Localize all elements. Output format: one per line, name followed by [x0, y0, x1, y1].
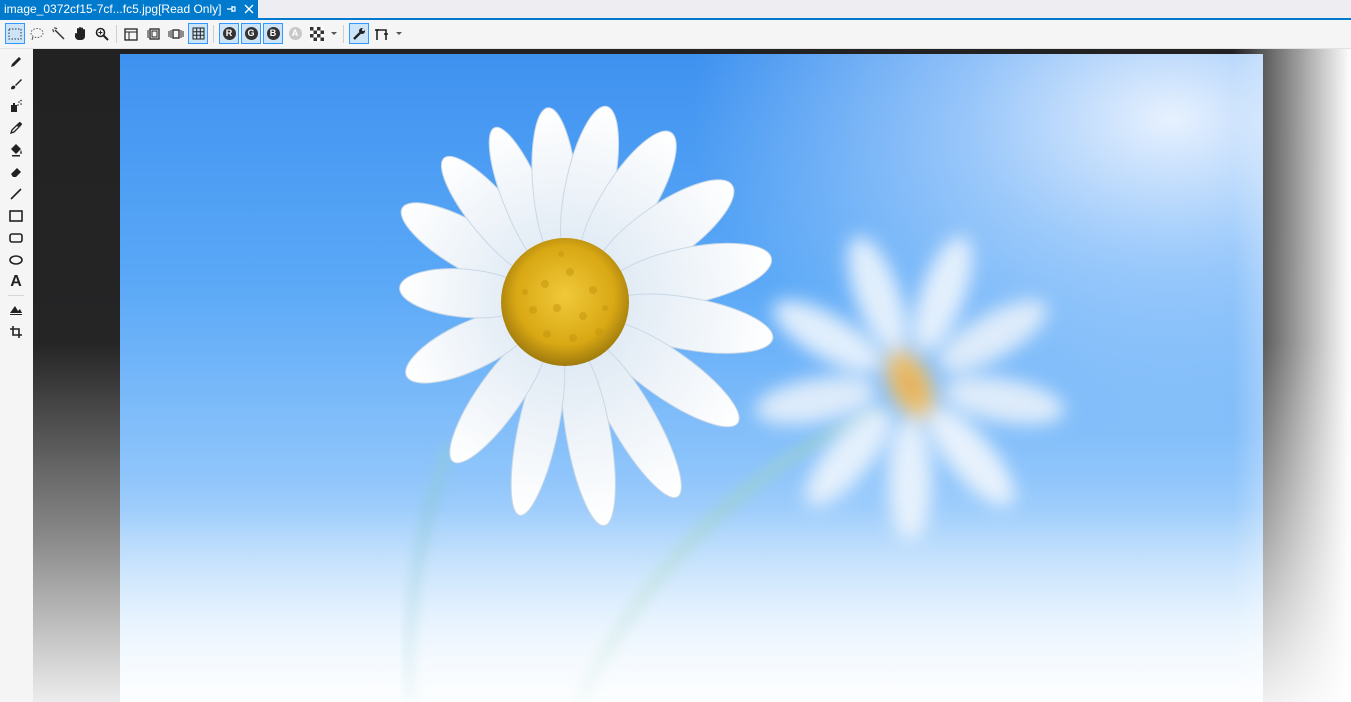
toolbar-separator — [213, 25, 214, 43]
alpha-channel-icon: A — [288, 27, 302, 40]
green-channel-button[interactable]: G — [241, 23, 261, 44]
ellipse-icon[interactable] — [6, 250, 26, 270]
magic-wand-icon[interactable] — [49, 23, 69, 44]
pan-hand-icon[interactable] — [71, 23, 91, 44]
airbrush-icon[interactable] — [6, 96, 26, 116]
play-frames-icon[interactable] — [166, 23, 186, 44]
frame-properties-icon[interactable] — [121, 23, 141, 44]
blue-channel-button[interactable]: B — [263, 23, 283, 44]
canvas-right-fade — [1233, 49, 1351, 702]
lasso-selection-icon[interactable] — [27, 23, 47, 44]
blue-channel-icon: B — [266, 27, 280, 40]
editor-canvas[interactable] — [33, 49, 1351, 702]
crop-icon[interactable] — [6, 322, 26, 342]
line-icon[interactable] — [6, 184, 26, 204]
filter-icon[interactable] — [6, 299, 26, 319]
rectangle-selection-icon[interactable] — [5, 23, 25, 44]
next-frame-icon[interactable] — [144, 23, 164, 44]
red-channel-button[interactable]: R — [219, 23, 239, 44]
rectangle-icon[interactable] — [6, 206, 26, 226]
checkerboard-icon[interactable] — [307, 23, 327, 44]
pencil-icon[interactable] — [6, 52, 26, 72]
daisy-photo[interactable] — [120, 54, 1263, 702]
document-tab-strip: image_0372cf15-7cf...fc5.jpg[Read Only] — [0, 0, 1351, 20]
document-tab-title: image_0372cf15-7cf...fc5.jpg[Read Only] — [4, 2, 222, 16]
text-icon[interactable]: A — [6, 272, 26, 292]
palette-separator — [8, 295, 24, 296]
document-tab[interactable]: image_0372cf15-7cf...fc5.jpg[Read Only] — [0, 0, 258, 18]
eyedropper-icon[interactable] — [6, 118, 26, 138]
green-channel-icon: G — [244, 27, 258, 40]
image-editor-toolbar: R G B A — [0, 20, 1351, 49]
pin-icon[interactable] — [224, 2, 238, 16]
fill-bucket-icon[interactable] — [6, 140, 26, 160]
wrench-icon[interactable] — [349, 23, 369, 44]
red-channel-icon: R — [222, 27, 236, 40]
eraser-icon[interactable] — [6, 162, 26, 182]
rounded-rectangle-icon[interactable] — [6, 228, 26, 248]
close-icon[interactable] — [242, 1, 256, 17]
brush-icon[interactable] — [6, 74, 26, 94]
toolbar-separator — [343, 25, 344, 43]
alpha-channel-button[interactable]: A — [285, 23, 305, 44]
advanced-tools-icon[interactable] — [372, 23, 392, 44]
grid-icon[interactable] — [188, 23, 208, 44]
zoom-icon[interactable] — [92, 23, 112, 44]
background-dropdown-arrow[interactable] — [330, 23, 338, 44]
tool-palette: A — [0, 49, 33, 702]
image-bottom-fade — [120, 54, 1263, 702]
toolbar-separator — [116, 25, 117, 43]
advanced-dropdown-arrow[interactable] — [395, 23, 403, 44]
